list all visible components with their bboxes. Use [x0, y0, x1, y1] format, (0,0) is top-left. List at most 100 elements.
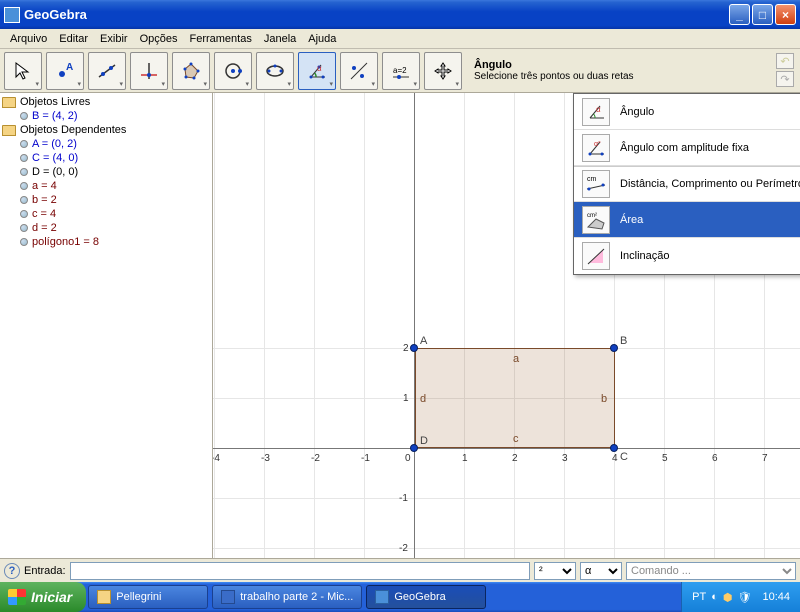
- tree-item[interactable]: D = (0, 0): [2, 165, 210, 179]
- tool-circle[interactable]: ▾: [214, 52, 252, 90]
- tool-line[interactable]: ▾: [88, 52, 126, 90]
- point-d-label: D: [420, 435, 428, 447]
- tray-icon[interactable]: 🛡: [738, 591, 752, 604]
- tree-item[interactable]: polígono1 = 8: [2, 235, 210, 249]
- visibility-bullet-icon[interactable]: [20, 238, 28, 246]
- tool-reflect[interactable]: ▾: [340, 52, 378, 90]
- task-label: trabalho parte 2 - Mic...: [240, 591, 353, 603]
- exponent-select[interactable]: ²: [534, 562, 576, 580]
- tray-icon[interactable]: ⬢: [723, 591, 733, 604]
- visibility-bullet-icon[interactable]: [20, 154, 28, 162]
- input-field[interactable]: [70, 562, 530, 580]
- tool-point[interactable]: A▾: [46, 52, 84, 90]
- visibility-bullet-icon[interactable]: [20, 196, 28, 204]
- tool-slider[interactable]: a=2▾: [382, 52, 420, 90]
- point-a[interactable]: [410, 344, 418, 352]
- visibility-bullet-icon[interactable]: [20, 210, 28, 218]
- tree-item[interactable]: C = (4, 0): [2, 151, 210, 165]
- graphics-view[interactable]: A B C D a b c d -4 -3 -2 -1 0 1 2 3 4 5 …: [213, 93, 800, 558]
- x-tick: 0: [405, 453, 411, 464]
- undo-button[interactable]: ↶: [776, 53, 794, 69]
- visibility-bullet-icon[interactable]: [20, 140, 28, 148]
- y-axis: [414, 93, 415, 558]
- tree-item[interactable]: B = (4, 2): [2, 109, 210, 123]
- point-c[interactable]: [610, 444, 618, 452]
- object-label: d = 2: [32, 222, 57, 234]
- start-button[interactable]: Iniciar: [0, 582, 86, 612]
- redo-button[interactable]: ↷: [776, 71, 794, 87]
- tree-item[interactable]: a = 4: [2, 179, 210, 193]
- command-select[interactable]: Comando ...: [626, 562, 796, 580]
- system-tray: PT ◐ ⬢ 🛡 10:44: [681, 582, 800, 612]
- y-tick: 2: [403, 343, 409, 354]
- tool-conic[interactable]: ▾: [256, 52, 294, 90]
- window-titlebar: GeoGebra _ □ ×: [0, 0, 800, 29]
- tool-move[interactable]: ▾: [4, 52, 42, 90]
- tool-angle[interactable]: α▾: [298, 52, 336, 90]
- taskbar-button[interactable]: GeoGebra: [366, 585, 486, 609]
- tool-move-view[interactable]: ▾: [424, 52, 462, 90]
- menu-ajuda[interactable]: Ajuda: [302, 31, 342, 47]
- dropdown-item-angle[interactable]: αÂngulo: [574, 94, 800, 130]
- dropdown-item-slope[interactable]: Inclinação: [574, 238, 800, 274]
- point-b[interactable]: [610, 344, 618, 352]
- close-button[interactable]: ×: [775, 4, 796, 25]
- taskbar-button[interactable]: Pellegrini: [88, 585, 208, 609]
- angle-fixed-icon: α°: [582, 134, 610, 162]
- x-axis: [213, 448, 800, 449]
- tool-name-label: Ângulo: [474, 59, 634, 71]
- folder-free-label: Objetos Livres: [20, 96, 90, 108]
- geogebra-icon: [375, 590, 389, 604]
- tree-item[interactable]: d = 2: [2, 221, 210, 235]
- tree-item[interactable]: A = (0, 2): [2, 137, 210, 151]
- object-label: c = 4: [32, 208, 56, 220]
- x-tick: -4: [213, 453, 220, 464]
- x-tick: -3: [261, 453, 270, 464]
- help-icon[interactable]: ?: [4, 563, 20, 579]
- app-icon: [4, 7, 20, 23]
- tray-icon[interactable]: ◐: [711, 591, 718, 603]
- tree-item[interactable]: c = 4: [2, 207, 210, 221]
- input-bar: ? Entrada: ² α Comando ...: [0, 558, 800, 582]
- x-tick: 3: [562, 453, 568, 464]
- object-label: B = (4, 2): [32, 110, 78, 122]
- visibility-bullet-icon[interactable]: [20, 224, 28, 232]
- dropdown-item-area[interactable]: cm²Área: [574, 202, 800, 238]
- dropdown-item-angle-fixed[interactable]: α°Ângulo com amplitude fixa: [574, 130, 800, 166]
- slope-icon: [582, 242, 610, 270]
- maximize-button[interactable]: □: [752, 4, 773, 25]
- svg-text:α°: α°: [594, 140, 601, 148]
- dropdown-label: Área: [620, 214, 643, 226]
- visibility-bullet-icon[interactable]: [20, 182, 28, 190]
- object-label: D = (0, 0): [32, 166, 78, 178]
- menu-exibir[interactable]: Exibir: [94, 31, 134, 47]
- tool-perpendicular[interactable]: ▾: [130, 52, 168, 90]
- menu-arquivo[interactable]: Arquivo: [4, 31, 53, 47]
- menu-editar[interactable]: Editar: [53, 31, 94, 47]
- menu-ferramentas[interactable]: Ferramentas: [183, 31, 257, 47]
- tree-item[interactable]: b = 2: [2, 193, 210, 207]
- x-tick: 5: [662, 453, 668, 464]
- menu-janela[interactable]: Janela: [258, 31, 302, 47]
- folder-dependent-objects[interactable]: Objetos Dependentes: [2, 123, 210, 137]
- tool-polygon[interactable]: ▾: [172, 52, 210, 90]
- clock[interactable]: 10:44: [762, 591, 790, 603]
- point-d[interactable]: [410, 444, 418, 452]
- angle-icon: α: [582, 98, 610, 126]
- edge-d-label: d: [420, 393, 426, 405]
- edge-c-label: c: [513, 433, 519, 445]
- dropdown-label: Inclinação: [620, 250, 670, 262]
- start-label: Iniciar: [31, 589, 72, 605]
- folder-free-objects[interactable]: Objetos Livres: [2, 95, 210, 109]
- minimize-button[interactable]: _: [729, 4, 750, 25]
- folder-icon: [2, 97, 16, 108]
- language-indicator[interactable]: PT: [692, 591, 706, 603]
- visibility-bullet-icon[interactable]: [20, 112, 28, 120]
- menu-opcoes[interactable]: Opções: [134, 31, 184, 47]
- tool-dropdown: αÂngulo α°Ângulo com amplitude fixa cmDi…: [573, 93, 800, 275]
- taskbar-button[interactable]: trabalho parte 2 - Mic...: [212, 585, 362, 609]
- dropdown-item-distance[interactable]: cmDistância, Comprimento ou Perímetro: [574, 166, 800, 202]
- visibility-bullet-icon[interactable]: [20, 168, 28, 176]
- symbol-select[interactable]: α: [580, 562, 622, 580]
- menu-bar: Arquivo Editar Exibir Opções Ferramentas…: [0, 29, 800, 49]
